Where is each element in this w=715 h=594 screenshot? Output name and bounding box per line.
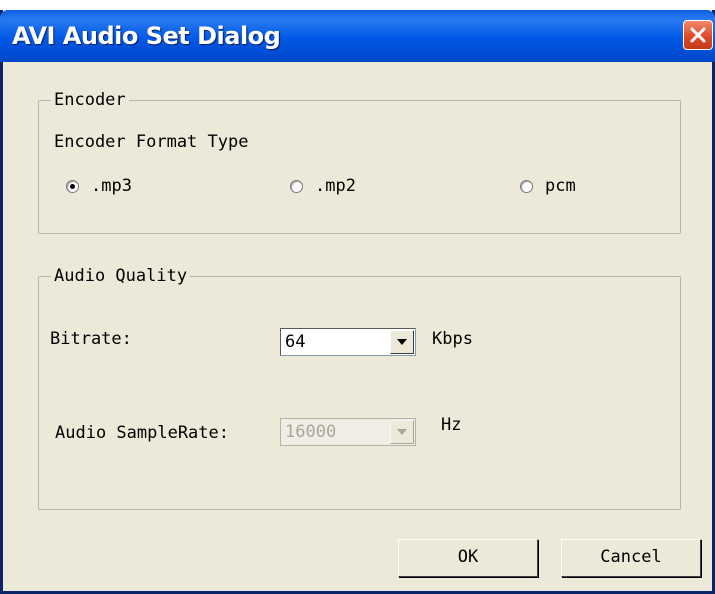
ok-button[interactable]: OK [398,539,538,577]
bitrate-dropdown-button[interactable] [390,330,414,354]
bitrate-value: 64 [285,332,306,352]
samplerate-value: 16000 [285,422,337,442]
bitrate-label: Bitrate: [50,329,132,349]
encoder-group-label: Encoder [51,89,129,111]
radio-mp3-label: .mp3 [91,176,132,196]
radio-pcm-circle[interactable] [520,179,533,193]
close-icon [690,27,706,43]
radio-mp2-circle[interactable] [290,179,303,193]
radio-mp2[interactable]: .mp2 [290,175,356,197]
samplerate-unit: Hz [441,415,462,435]
encoder-group: Encoder [38,89,681,234]
chevron-down-icon [397,339,407,345]
radio-mp3[interactable]: .mp3 [66,175,132,197]
audio-quality-group-label: Audio Quality [51,265,191,287]
radio-mp3-circle[interactable] [66,179,79,193]
radio-mp2-label: .mp2 [315,176,356,196]
audio-quality-group: Audio Quality [38,265,681,510]
close-button[interactable] [683,20,713,50]
window-title: AVI Audio Set Dialog [12,22,281,50]
cancel-button[interactable]: Cancel [561,539,701,577]
samplerate-dropdown-button[interactable] [390,420,414,444]
samplerate-label: Audio SampleRate: [55,423,229,443]
bitrate-select[interactable]: 64 [280,328,416,356]
title-bar[interactable]: AVI Audio Set Dialog [0,10,715,62]
chevron-down-icon [397,429,407,435]
radio-pcm-label: pcm [545,176,576,196]
encoder-format-label: Encoder Format Type [54,132,249,152]
samplerate-select[interactable]: 16000 [280,418,416,446]
radio-pcm[interactable]: pcm [520,175,576,197]
bitrate-unit: Kbps [432,329,473,349]
